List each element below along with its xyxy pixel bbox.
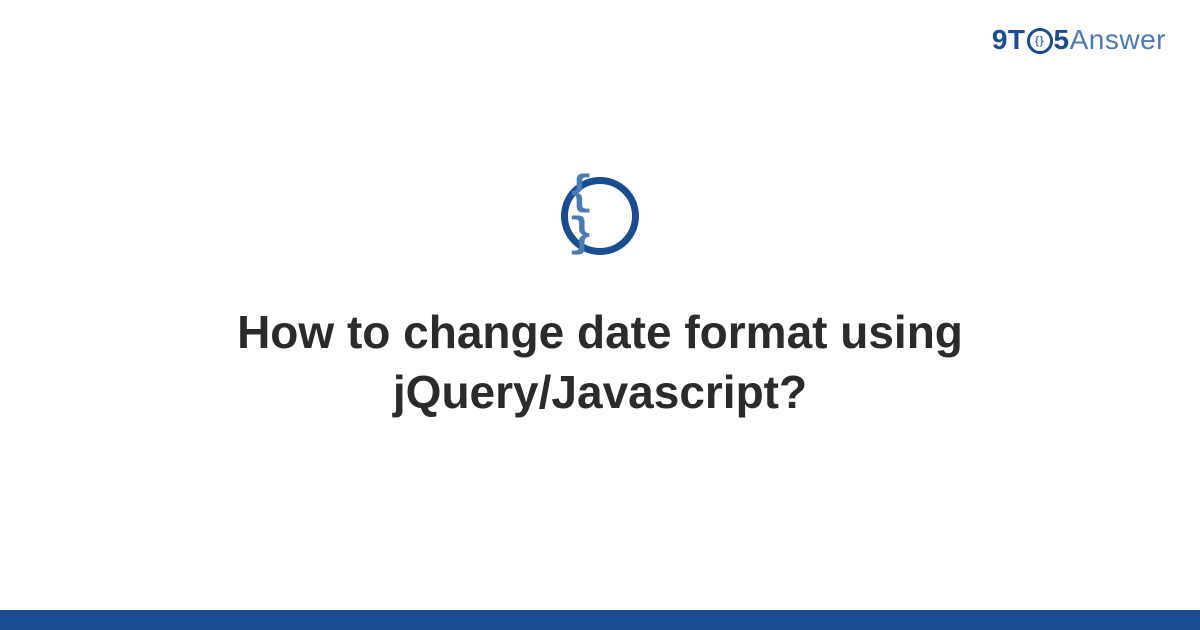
footer-accent-bar bbox=[0, 610, 1200, 630]
braces-icon: { } bbox=[568, 172, 632, 256]
main-content: { } How to change date format using jQue… bbox=[0, 0, 1200, 630]
code-category-icon: { } bbox=[561, 177, 639, 255]
question-title: How to change date format using jQuery/J… bbox=[110, 303, 1090, 423]
